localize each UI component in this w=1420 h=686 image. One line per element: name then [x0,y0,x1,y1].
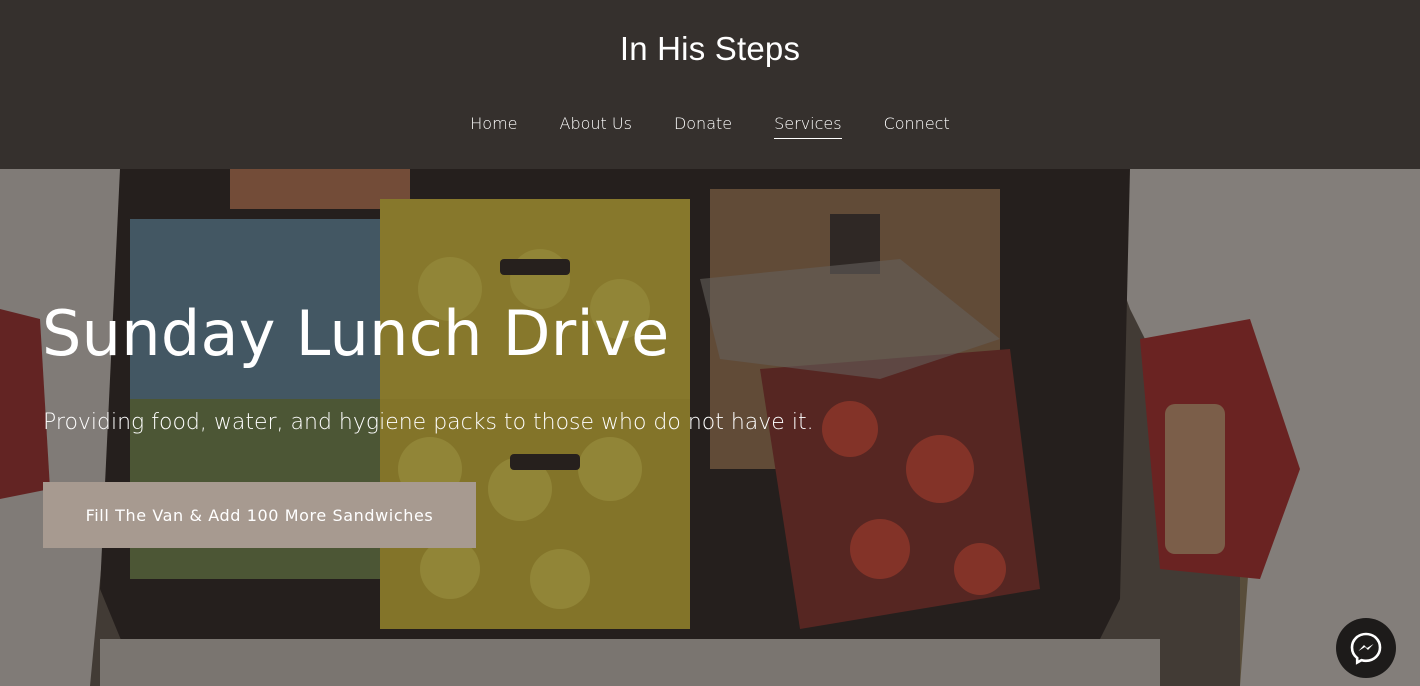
hero-subtitle: Providing food, water, and hygiene packs… [43,410,814,435]
site-header: In His Steps Home About Us Donate Servic… [0,0,1420,169]
hero-title: Sunday Lunch Drive [42,297,670,370]
nav-link-services[interactable]: Services [774,113,842,139]
nav-link-about-us[interactable]: About Us [560,113,632,139]
main-nav: Home About Us Donate Services Connect [0,113,1420,139]
hero-section: Sunday Lunch Drive Providing food, water… [0,169,1420,686]
nav-link-donate[interactable]: Donate [674,113,732,139]
nav-link-connect[interactable]: Connect [884,113,950,139]
nav-link-home[interactable]: Home [470,113,517,139]
messenger-icon [1350,632,1382,665]
hero-cta-button[interactable]: Fill The Van & Add 100 More Sandwiches [43,482,476,548]
site-title[interactable]: In His Steps [0,30,1420,68]
messenger-chat-button[interactable] [1336,618,1396,678]
